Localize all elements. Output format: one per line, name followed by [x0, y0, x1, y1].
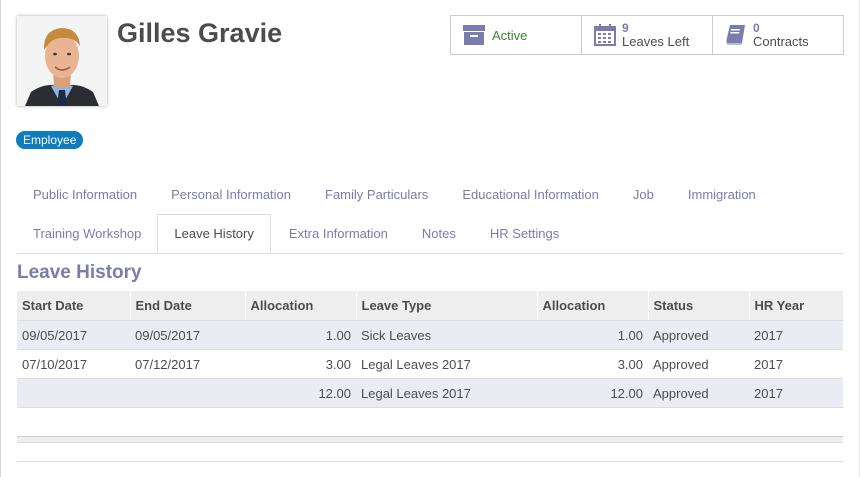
section-title: Leave History: [17, 262, 142, 283]
table-row[interactable]: 12.00 Legal Leaves 2017 12.00 Approved 2…: [17, 378, 843, 408]
leaves-left-label: Leaves Left: [622, 34, 690, 49]
tab-training-workshop[interactable]: Training Workshop: [17, 214, 157, 253]
tab-personal-information[interactable]: Personal Information: [153, 175, 307, 214]
table-cell: 07/12/2017: [130, 349, 245, 379]
leaves-left-value: 9: [622, 21, 629, 35]
employee-tag[interactable]: Employee: [16, 131, 84, 149]
column-header[interactable]: Allocation: [244, 291, 356, 321]
table-cell: 12.00: [537, 378, 648, 408]
tab-hr-settings[interactable]: HR Settings: [472, 214, 575, 253]
table-cell: [17, 378, 130, 408]
table-cell: Approved: [648, 378, 749, 408]
tabs-divider: [17, 253, 843, 254]
tabs-row-1: Public Information Personal Information …: [17, 175, 772, 214]
contracts-value: 0: [753, 21, 760, 35]
table-cell: 3.00: [245, 349, 356, 379]
table-cell: 3.00: [537, 349, 648, 379]
contracts-button[interactable]: 0 Contracts: [713, 16, 843, 54]
tab-notes[interactable]: Notes: [404, 214, 472, 253]
tab-immigration[interactable]: Immigration: [670, 175, 772, 214]
table-cell: 12.00: [245, 378, 356, 408]
archive-box-icon: [459, 21, 489, 49]
table-cell: 2017: [749, 320, 843, 350]
tab-public-information[interactable]: Public Information: [17, 175, 153, 214]
tab-educational-information[interactable]: Educational Information: [444, 175, 615, 214]
table-cell: [130, 378, 245, 408]
active-button[interactable]: Active: [451, 16, 582, 54]
table-cell: 09/05/2017: [17, 320, 130, 350]
tab-job[interactable]: Job: [615, 175, 670, 214]
section-divider: [17, 461, 843, 462]
column-header[interactable]: Start Date: [17, 291, 130, 321]
table-row[interactable]: 07/10/2017 07/12/2017 3.00 Legal Leaves …: [17, 349, 843, 379]
leave-history-table: Start Date End Date Allocation Leave Typ…: [17, 291, 843, 408]
employee-avatar[interactable]: [17, 16, 107, 106]
table-cell: Approved: [648, 349, 749, 379]
table-cell: 09/05/2017: [130, 320, 245, 350]
book-icon: [721, 21, 751, 49]
active-label: Active: [492, 27, 528, 43]
column-header[interactable]: Leave Type: [355, 291, 537, 321]
table-cell: Sick Leaves: [356, 320, 537, 350]
table-cell: 2017: [749, 378, 843, 408]
column-header[interactable]: Status: [647, 291, 749, 321]
contracts-label: Contracts: [753, 34, 809, 49]
table-footer-bar: [17, 436, 843, 443]
table-header-row: Start Date End Date Allocation Leave Typ…: [17, 291, 843, 321]
employee-name: Gilles Gravie: [117, 18, 283, 48]
column-header[interactable]: End Date: [129, 291, 245, 321]
table-cell: Approved: [648, 320, 749, 350]
table-cell: 07/10/2017: [17, 349, 130, 379]
column-header[interactable]: Allocation: [536, 291, 648, 321]
table-cell: 2017: [749, 349, 843, 379]
leaves-left-button[interactable]: 9 Leaves Left: [582, 16, 713, 54]
tabs-row-2: Training Workshop Leave History Extra In…: [17, 214, 575, 253]
column-header[interactable]: HR Year: [748, 291, 843, 321]
stat-buttons: Active 9 Leaves Left 0 Contracts: [450, 15, 844, 55]
table-cell: 1.00: [537, 320, 648, 350]
table-cell: Legal Leaves 2017: [356, 378, 537, 408]
tab-family-particulars[interactable]: Family Particulars: [307, 175, 444, 214]
tab-extra-information[interactable]: Extra Information: [271, 214, 404, 253]
tab-leave-history[interactable]: Leave History: [157, 214, 271, 253]
table-cell: Legal Leaves 2017: [356, 349, 537, 379]
table-cell: 1.00: [245, 320, 356, 350]
left-border: [0, 0, 1, 477]
table-row[interactable]: 09/05/2017 09/05/2017 1.00 Sick Leaves 1…: [17, 320, 843, 350]
calendar-icon: [590, 21, 620, 49]
